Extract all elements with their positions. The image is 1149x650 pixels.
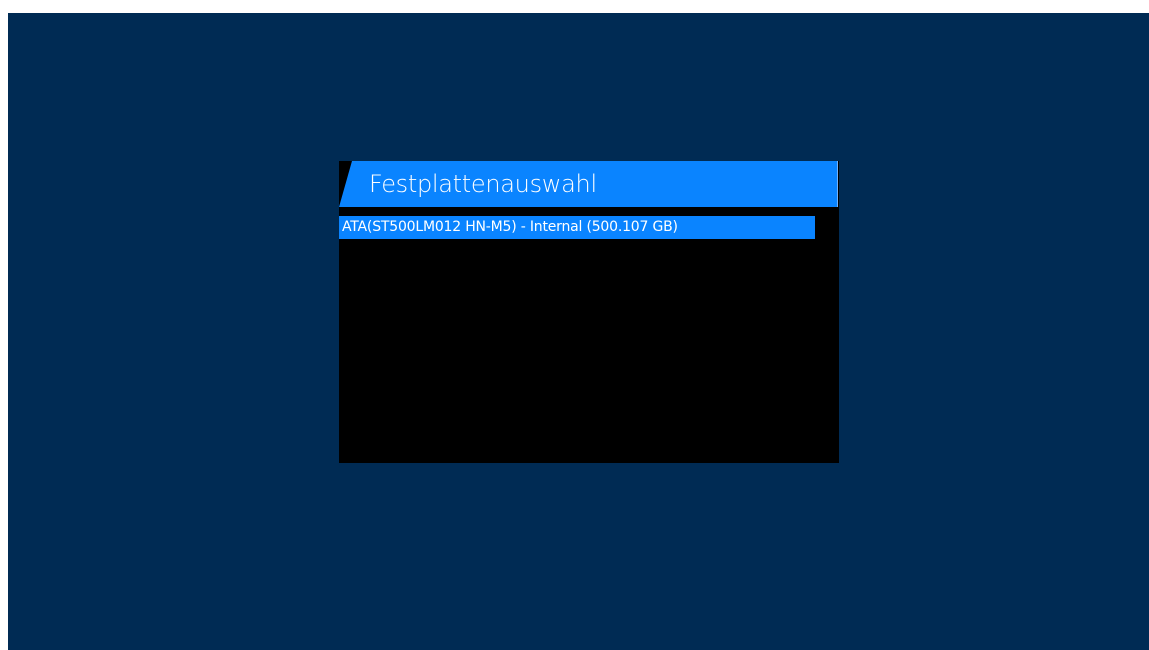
disk-selection-dialog: Festplattenauswahl ATA(ST500LM012 HN-M5)…: [339, 161, 839, 463]
installer-screen: Festplattenauswahl ATA(ST500LM012 HN-M5)…: [8, 13, 1149, 650]
dialog-header: Festplattenauswahl: [339, 161, 839, 207]
disk-item-label: ATA(ST500LM012 HN-M5) - Internal (500.10…: [342, 219, 678, 235]
disk-list: ATA(ST500LM012 HN-M5) - Internal (500.10…: [339, 216, 839, 456]
dialog-title: Festplattenauswahl: [369, 170, 597, 198]
disk-list-item-selected[interactable]: ATA(ST500LM012 HN-M5) - Internal (500.10…: [339, 216, 815, 239]
